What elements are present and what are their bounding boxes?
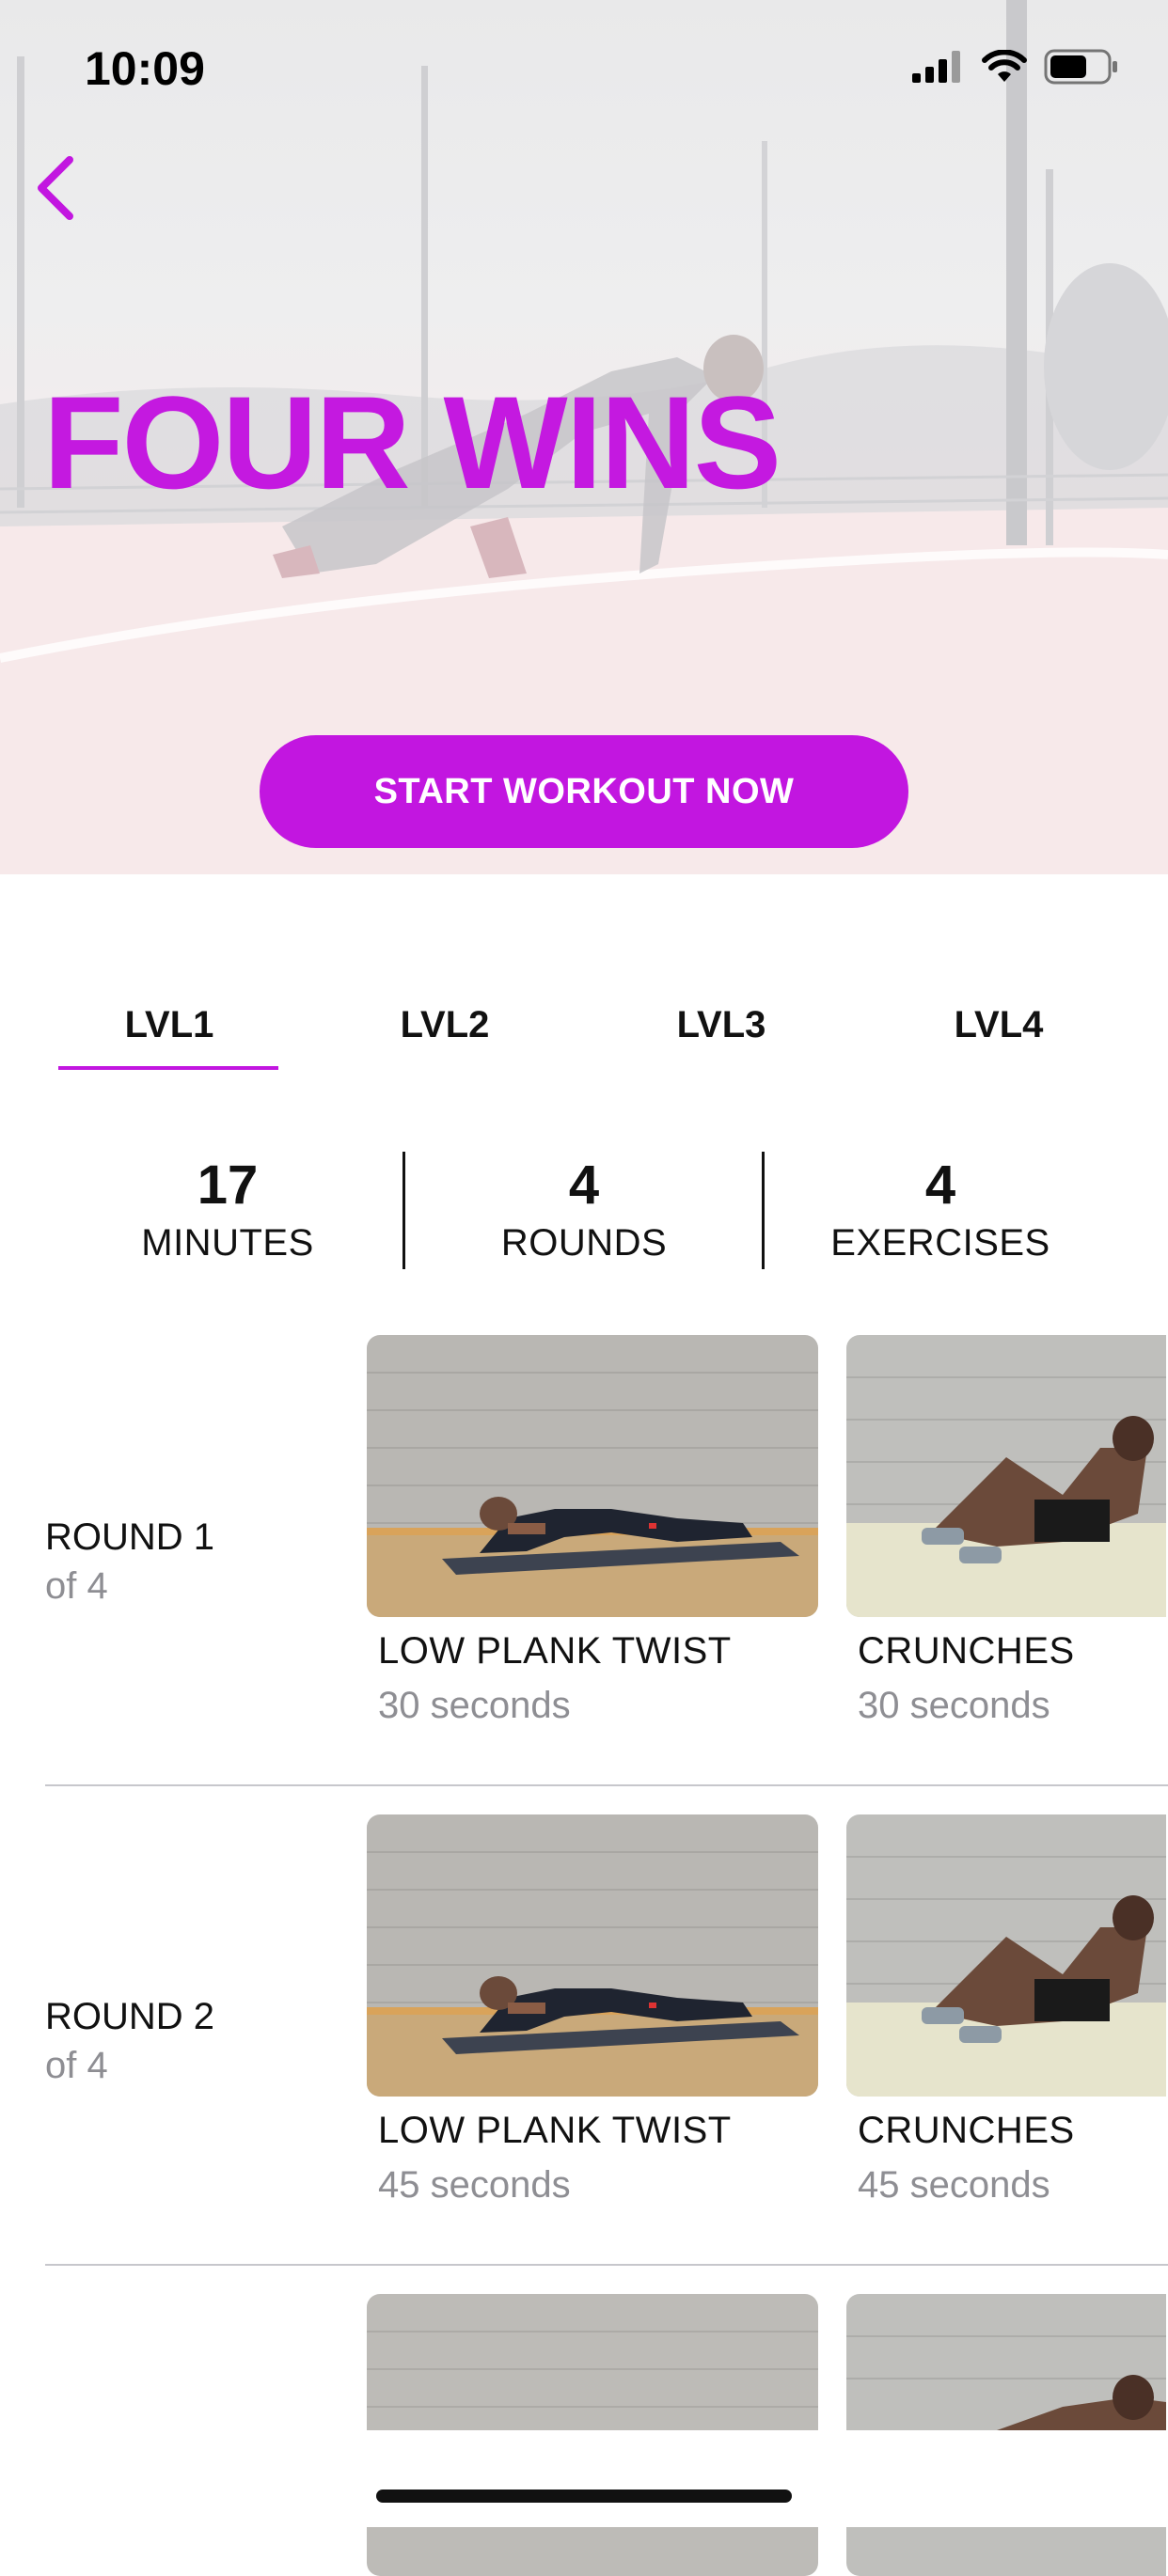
exercise-name: CRUNCHES xyxy=(858,2110,1075,2151)
exercise-duration: 30 seconds xyxy=(858,1685,1050,1726)
tab-lvl2[interactable]: LVL2 xyxy=(334,987,556,1072)
tab-lvl4[interactable]: LVL4 xyxy=(888,987,1110,1072)
bottom-safe-area xyxy=(0,2430,1168,2527)
exercise-thumbnail-crunches[interactable] xyxy=(846,1814,1166,2097)
round-separator xyxy=(45,1784,1168,1786)
exercise-duration: 45 seconds xyxy=(378,2164,571,2206)
exercise-name: LOW PLANK TWIST xyxy=(378,2110,732,2151)
round-1-title: ROUND 1 xyxy=(45,1516,215,1558)
exercise-duration: 30 seconds xyxy=(378,1685,571,1726)
status-time: 10:09 xyxy=(85,42,205,95)
round-2-title: ROUND 2 xyxy=(45,1996,215,2037)
home-indicator[interactable] xyxy=(376,2490,792,2503)
chevron-left-icon xyxy=(38,156,73,220)
exercise-duration: 45 seconds xyxy=(858,2164,1050,2206)
exercise-image xyxy=(367,1814,818,2097)
exercise-image xyxy=(846,1814,1166,2097)
exercise-thumbnail-low-plank-twist[interactable] xyxy=(367,1814,818,2097)
cellular-signal-icon xyxy=(912,51,960,83)
stat-rounds: 4 ROUNDS xyxy=(405,1152,763,1266)
round-1-subtitle: of 4 xyxy=(45,1565,108,1607)
workout-title: FOUR WINS xyxy=(43,369,781,516)
stat-exercises: 4 EXERCISES xyxy=(762,1152,1119,1266)
stat-label: MINUTES xyxy=(141,1222,314,1264)
exercise-name: CRUNCHES xyxy=(858,1630,1075,1672)
exercise-image xyxy=(846,1335,1166,1617)
round-separator xyxy=(45,2264,1168,2266)
wifi-icon xyxy=(982,50,1027,82)
tab-lvl3[interactable]: LVL3 xyxy=(610,987,832,1072)
battery-icon xyxy=(1044,49,1117,85)
stat-value: 17 xyxy=(197,1154,259,1216)
exercise-image xyxy=(367,1335,818,1617)
stat-minutes: 17 MINUTES xyxy=(49,1152,406,1266)
exercise-thumbnail-crunches[interactable] xyxy=(846,1335,1166,1617)
tab-selected-indicator xyxy=(58,1066,278,1070)
back-button[interactable] xyxy=(28,150,85,226)
stat-label: EXERCISES xyxy=(830,1222,1050,1264)
round-2-subtitle: of 4 xyxy=(45,2045,108,2086)
exercise-thumbnail-low-plank-twist[interactable] xyxy=(367,1335,818,1617)
status-icons xyxy=(912,49,1119,85)
stat-value: 4 xyxy=(924,1154,956,1216)
exercise-name: LOW PLANK TWIST xyxy=(378,1630,732,1672)
level-tabs: LVL1 LVL2 LVL3 LVL4 xyxy=(0,987,1168,1072)
start-workout-button[interactable]: START WORKOUT NOW xyxy=(260,735,908,848)
stat-value: 4 xyxy=(568,1154,600,1216)
hero-banner: 10:09 FOUR WINS START WORKOUT NOW xyxy=(0,0,1168,874)
stat-label: ROUNDS xyxy=(500,1222,668,1264)
tab-lvl1[interactable]: LVL1 xyxy=(58,987,280,1072)
